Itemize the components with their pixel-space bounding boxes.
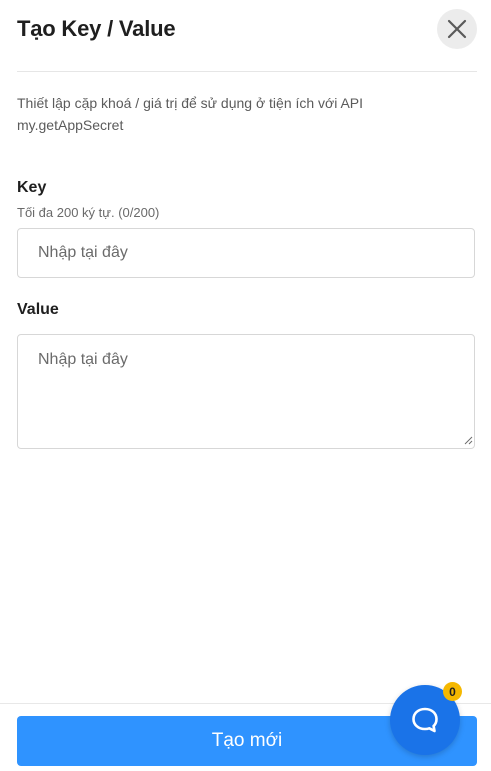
- chat-notification-badge: 0: [443, 682, 462, 701]
- key-input[interactable]: [17, 228, 475, 278]
- close-button[interactable]: [437, 9, 477, 49]
- dialog-title: Tạo Key / Value: [17, 16, 176, 41]
- dialog-description: Thiết lập cặp khoá / giá trị để sử dụng …: [17, 95, 364, 133]
- key-char-limit-hint: Tối đa 200 ký tự. (0/200): [17, 205, 160, 220]
- value-textarea[interactable]: [17, 334, 475, 449]
- chat-bubble-icon: [412, 707, 438, 733]
- value-label: Value: [17, 301, 59, 318]
- key-label: Key: [17, 179, 47, 196]
- create-key-value-dialog: Tạo Key / Value Thiết lập cặp khoá / giá…: [0, 0, 491, 771]
- resize-handle-icon[interactable]: [463, 435, 473, 445]
- dialog-header: Tạo Key / Value: [17, 0, 477, 72]
- close-icon: [447, 19, 467, 39]
